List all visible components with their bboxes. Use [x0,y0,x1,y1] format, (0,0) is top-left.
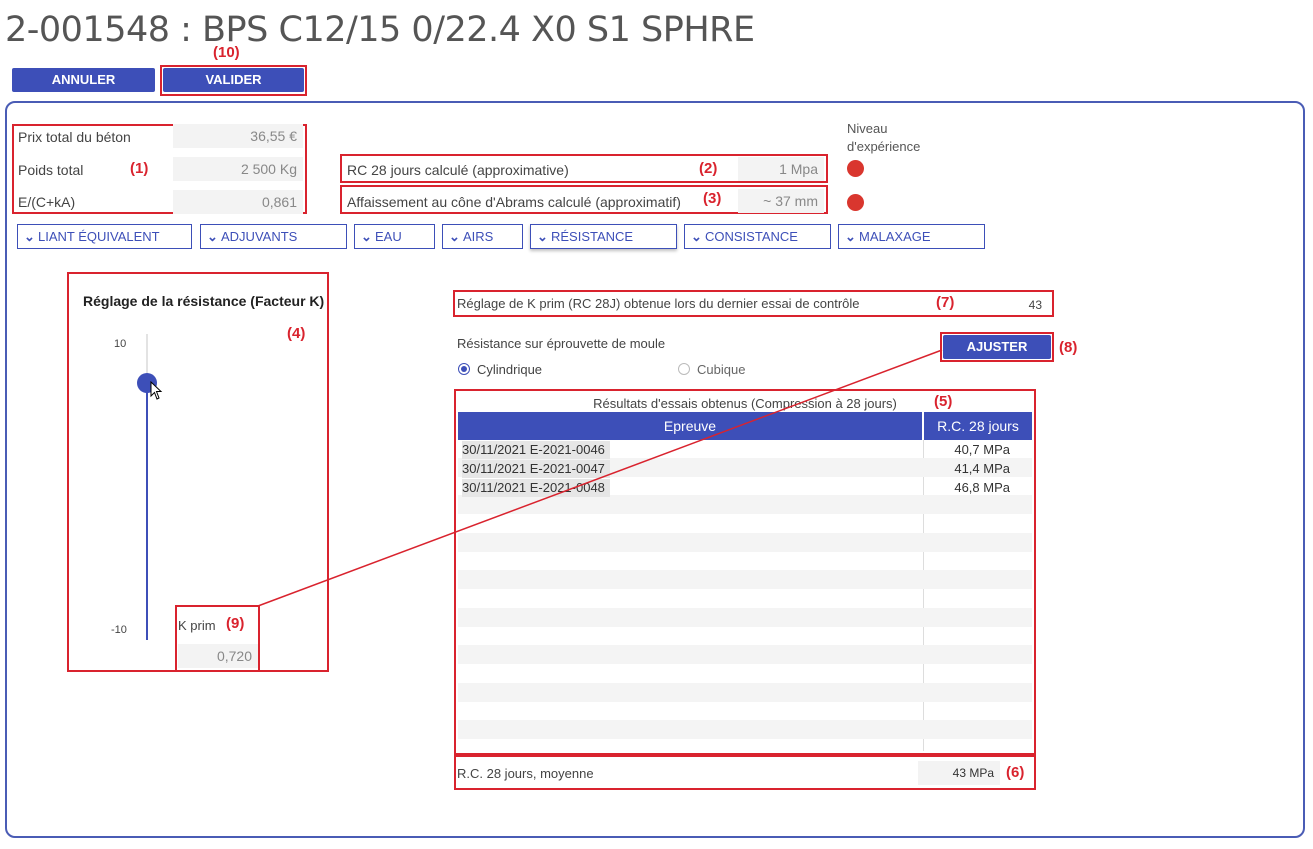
annotation-connector [257,349,943,607]
connector-line [257,349,943,607]
